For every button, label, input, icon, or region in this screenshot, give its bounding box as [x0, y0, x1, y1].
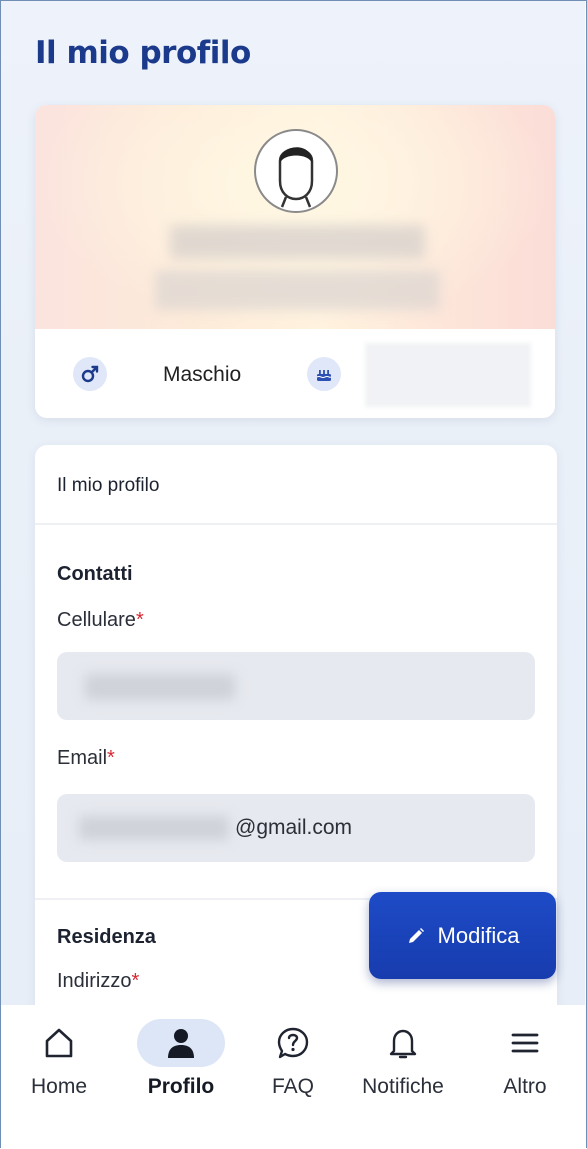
menu-icon	[481, 1019, 569, 1067]
email-field-label: Email*	[57, 747, 115, 770]
profile-info-row: Maschio	[35, 329, 555, 418]
profile-card: Maschio	[35, 105, 555, 418]
screen: Il mio profilo Maschio Il mio profilo Co…	[1, 1, 585, 1011]
required-marker: *	[135, 609, 144, 631]
email-label-text: Email	[57, 747, 108, 769]
redacted-details	[155, 270, 440, 310]
nav-item-notifications[interactable]: Notifiche	[343, 1005, 463, 1115]
page-title: Il mio profilo	[35, 35, 251, 71]
required-marker: *	[107, 747, 115, 769]
card-title: Il mio profilo	[57, 475, 160, 496]
nav-label-home: Home	[30, 1075, 88, 1098]
bell-icon	[359, 1019, 447, 1067]
divider	[35, 523, 557, 525]
nav-label-faq: FAQ	[271, 1075, 314, 1098]
nav-label-profile: Profilo	[147, 1075, 215, 1098]
address-field-label: Indirizzo*	[57, 970, 139, 993]
nav-item-profile[interactable]: Profilo	[133, 1005, 229, 1115]
redacted-mobile	[85, 674, 235, 700]
redacted-email-user	[79, 816, 229, 840]
home-icon	[15, 1019, 103, 1067]
nav-item-more[interactable]: Altro	[477, 1005, 573, 1115]
required-marker: *	[131, 970, 140, 992]
email-value: @gmail.com	[235, 816, 353, 839]
nav-label-more: Altro	[503, 1075, 547, 1098]
edit-button-label: Modifica	[437, 922, 520, 948]
redacted-name	[170, 225, 425, 259]
male-symbol-icon	[73, 357, 107, 391]
bottom-navigation: Home Profilo FAQ Notifiche Altro	[1, 1005, 585, 1115]
question-chat-icon	[249, 1019, 337, 1067]
section-title-residence: Residenza	[57, 926, 156, 948]
mobile-field[interactable]	[57, 652, 535, 720]
mobile-field-label: Cellulare*	[57, 609, 144, 632]
redacted-birthdate	[365, 343, 531, 407]
email-field[interactable]: @gmail.com	[57, 794, 535, 862]
default-avatar-icon	[254, 129, 338, 213]
cake-icon	[307, 357, 341, 391]
edit-button[interactable]: Modifica	[369, 892, 556, 979]
profile-banner	[35, 105, 555, 329]
pencil-icon	[408, 927, 424, 943]
nav-item-home[interactable]: Home	[11, 1005, 107, 1115]
nav-label-notifications: Notifiche	[362, 1075, 444, 1098]
address-label-text: Indirizzo	[57, 970, 132, 992]
section-title-contacts: Contatti	[57, 563, 133, 585]
nav-item-faq[interactable]: FAQ	[245, 1005, 341, 1115]
mobile-label-text: Cellulare	[57, 609, 136, 631]
person-icon	[137, 1019, 225, 1067]
gender-label: Maschio	[163, 363, 242, 386]
